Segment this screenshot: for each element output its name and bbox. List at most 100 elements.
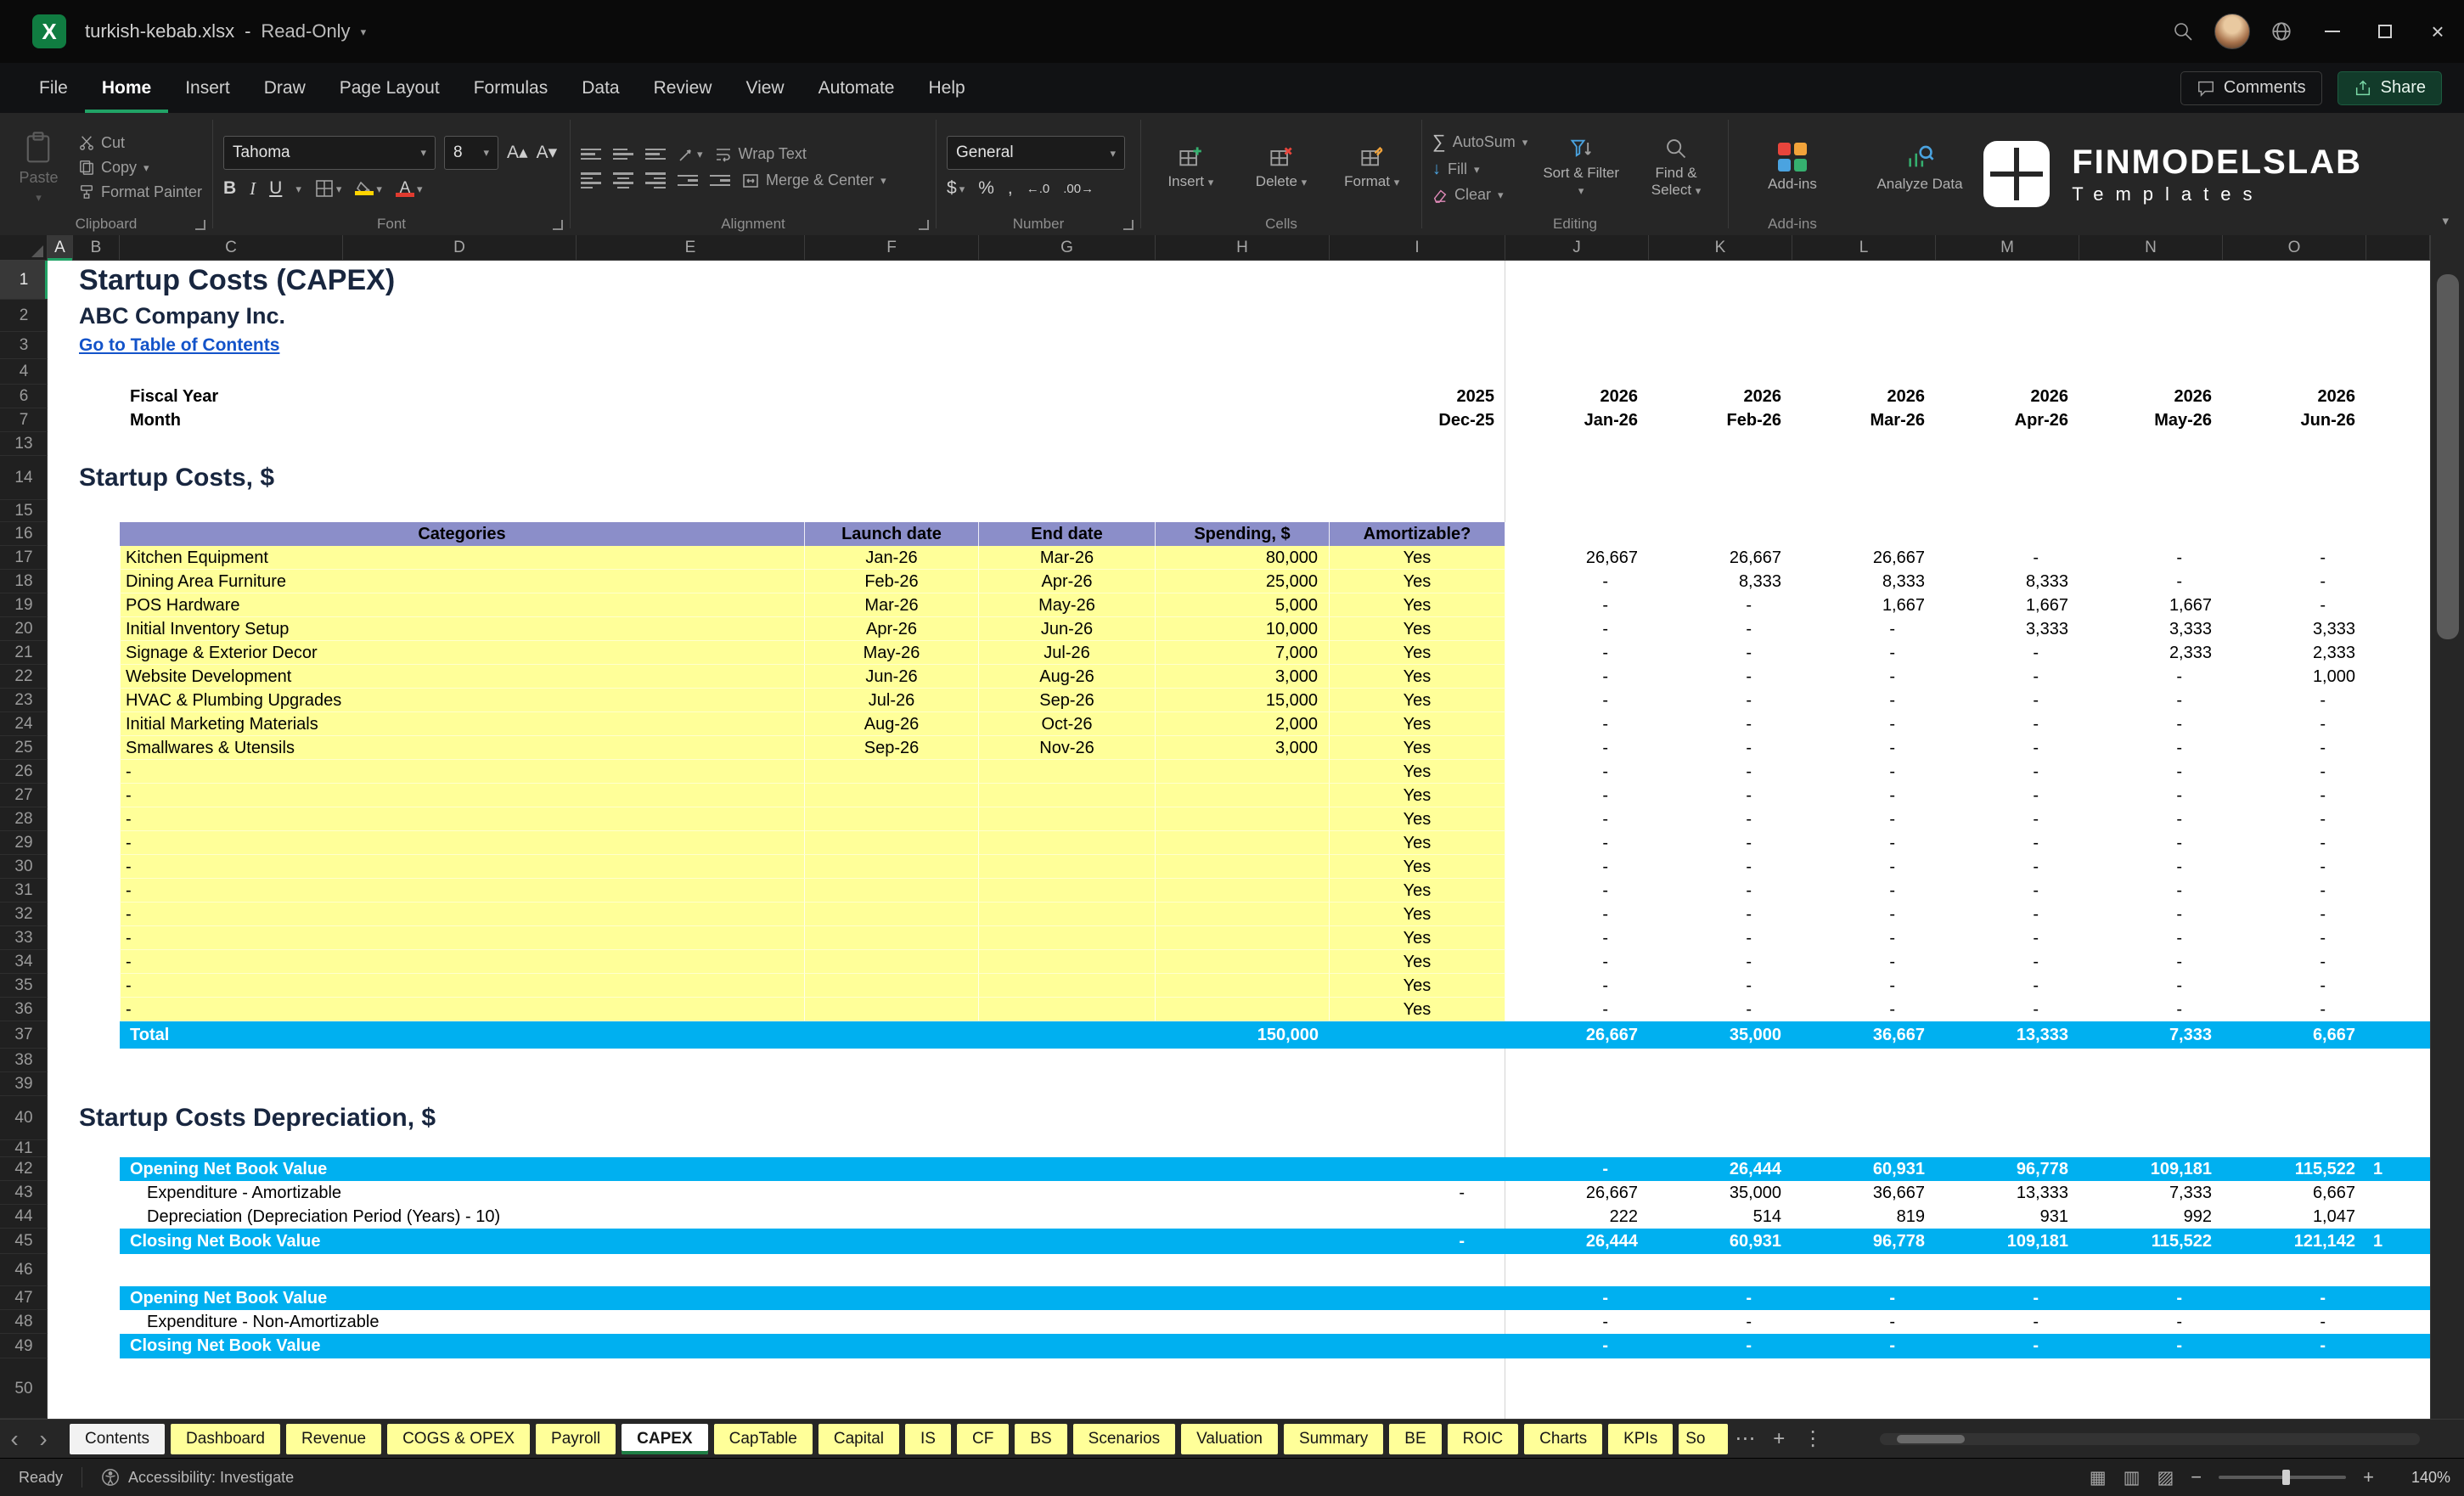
amortizable-cell[interactable]: Yes [1330,974,1505,998]
monthly-value[interactable]: - [1792,736,1936,760]
spending-cell[interactable]: 3,000 [1156,665,1330,689]
monthly-value[interactable]: 8,333 [1649,570,1792,593]
horizontal-scrollbar-thumb[interactable] [1897,1435,1965,1443]
category-cell[interactable]: Website Development [120,665,805,689]
nbv-value[interactable]: - [2079,1286,2223,1310]
monthly-value[interactable]: 3,333 [1936,617,2079,641]
month-value[interactable]: Feb-26 [1649,408,1792,432]
underline-button[interactable]: U [269,178,282,199]
sheet-tab-cogs-opex[interactable]: COGS & OPEX [387,1424,530,1454]
row-header-4[interactable]: 4 [0,359,48,385]
sheet-tab-payroll[interactable]: Payroll [536,1424,616,1454]
clear-button[interactable]: Clear ▾ [1432,186,1527,204]
row-header-7[interactable]: 7 [0,408,48,432]
sort-filter-button[interactable]: Sort & Filter ▾ [1539,121,1623,213]
accessibility-status[interactable]: Accessibility: Investigate [128,1469,294,1487]
monthly-value[interactable]: 26,667 [1505,546,1649,570]
align-bottom-icon[interactable] [645,149,666,160]
select-all-corner[interactable] [0,235,48,261]
row-header-45[interactable]: 45 [0,1229,48,1254]
row-header-1[interactable]: 1 [0,261,48,300]
chevron-down-icon[interactable]: ▾ [361,26,367,37]
decrease-decimal-button[interactable]: .00→ [1063,182,1094,196]
row-header-37[interactable]: 37 [0,1021,48,1049]
monthly-value[interactable]: - [1792,807,1936,831]
row-header-19[interactable]: 19 [0,593,48,617]
nbv-value[interactable]: - [1936,1334,2079,1358]
total-monthly[interactable]: 7,333 [2079,1021,2223,1049]
launch-date-cell[interactable]: Jan-26 [805,546,979,570]
column-header-M[interactable]: M [1936,235,2079,261]
number-format-select[interactable]: General ▾ [947,136,1125,170]
menu-tab-view[interactable]: View [729,63,801,113]
nbv-value[interactable]: - [1505,1286,1649,1310]
monthly-value[interactable]: - [1792,617,1936,641]
spending-cell[interactable] [1156,998,1330,1021]
monthly-value[interactable]: - [1936,998,2079,1021]
amortizable-cell[interactable]: Yes [1330,807,1505,831]
launch-date-cell[interactable] [805,879,979,903]
amortizable-cell[interactable]: Yes [1330,831,1505,855]
dep-value[interactable]: 514 [1649,1205,1792,1229]
currency-format-button[interactable]: $▾ [947,178,965,199]
row-header-23[interactable]: 23 [0,689,48,712]
category-cell[interactable]: - [120,760,805,784]
row-header-24[interactable]: 24 [0,712,48,736]
monthly-value[interactable]: - [2079,546,2223,570]
autosum-button[interactable]: ∑ AutoSum ▾ [1432,131,1527,153]
total-spending[interactable]: 150,000 [1156,1021,1330,1049]
row-header-39[interactable]: 39 [0,1072,48,1096]
nbv-value[interactable]: - [1505,1157,1649,1181]
monthly-value[interactable]: - [1792,855,1936,879]
monthly-value[interactable]: - [2079,903,2223,926]
nbv-value[interactable]: - [1792,1286,1936,1310]
row-header-2[interactable]: 2 [0,300,48,332]
nbv-value[interactable]: 26,444 [1505,1229,1649,1254]
end-date-cell[interactable] [979,926,1156,950]
monthly-value[interactable]: - [2223,903,2366,926]
sheet-tab-charts[interactable]: Charts [1524,1424,1602,1454]
nbv-base-value[interactable]: - [1330,1229,1505,1254]
dep-value[interactable]: 992 [2079,1205,2223,1229]
monthly-value[interactable]: 26,667 [1649,546,1792,570]
launch-date-cell[interactable] [805,974,979,998]
monthly-value[interactable]: 1,000 [2223,665,2366,689]
dep-value[interactable]: - [1936,1310,2079,1334]
spending-cell[interactable] [1156,903,1330,926]
category-cell[interactable]: - [120,950,805,974]
amortizable-cell[interactable]: Yes [1330,926,1505,950]
monthly-value[interactable]: - [1505,879,1649,903]
amortizable-cell[interactable]: Yes [1330,784,1505,807]
sheet-tab-capex[interactable]: CAPEX [622,1424,707,1454]
find-select-button[interactable]: Find & Select ▾ [1634,121,1718,213]
spending-cell[interactable] [1156,784,1330,807]
fiscal-year-value[interactable]: 2025 [1330,385,1505,408]
monthly-value[interactable]: - [2223,712,2366,736]
table-header-amortizable[interactable]: Amortizable? [1330,522,1505,546]
end-date-cell[interactable]: Apr-26 [979,570,1156,593]
row-header-15[interactable]: 15 [0,500,48,522]
monthly-value[interactable]: - [1936,760,2079,784]
monthly-value[interactable]: - [1505,950,1649,974]
comma-format-button[interactable]: , [1008,178,1013,199]
spending-cell[interactable]: 80,000 [1156,546,1330,570]
align-center-icon[interactable] [613,172,633,188]
monthly-value[interactable]: - [2079,879,2223,903]
spending-cell[interactable] [1156,926,1330,950]
monthly-value[interactable]: - [1649,903,1792,926]
dep-value[interactable]: 222 [1505,1205,1649,1229]
fiscal-year-value[interactable]: 2026 [2079,385,2223,408]
end-date-cell[interactable] [979,807,1156,831]
amortizable-cell[interactable]: Yes [1330,712,1505,736]
monthly-value[interactable]: - [1792,689,1936,712]
monthly-value[interactable]: - [1505,689,1649,712]
grow-font-button[interactable]: A▴ [507,142,528,163]
month-value[interactable]: Jun-26 [2223,408,2366,432]
nbv-value[interactable]: - [2079,1334,2223,1358]
monthly-value[interactable]: - [2079,855,2223,879]
monthly-value[interactable]: - [2223,546,2366,570]
monthly-value[interactable]: - [1792,712,1936,736]
amortizable-cell[interactable]: Yes [1330,855,1505,879]
monthly-value[interactable]: - [1936,546,2079,570]
monthly-value[interactable]: - [1792,641,1936,665]
